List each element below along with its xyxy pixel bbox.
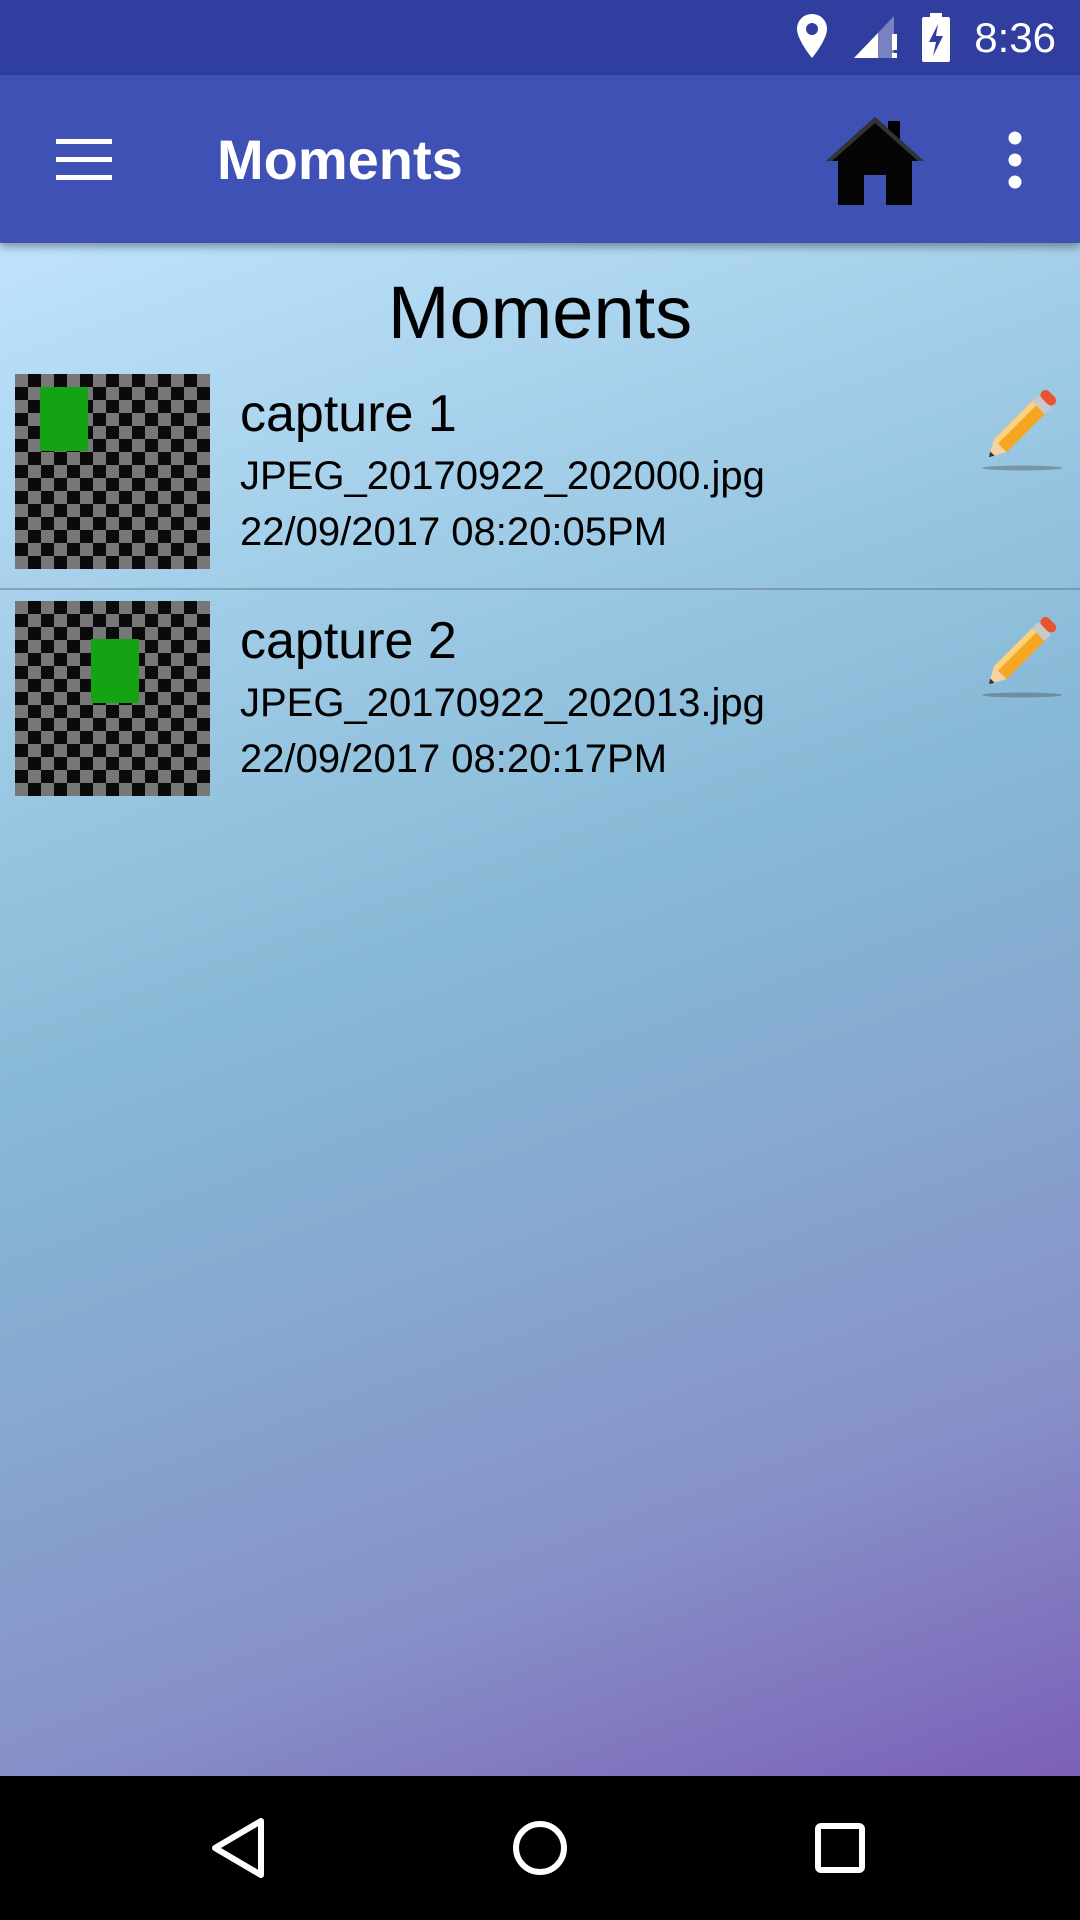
status-time: 8:36 (974, 14, 1056, 61)
location-icon (795, 12, 829, 67)
home-circle-icon (495, 1821, 585, 1897)
signal-icon (852, 12, 900, 67)
more-vert-icon (985, 131, 1045, 202)
moment-item[interactable]: capture 1 JPEG_20170922_202000.jpg 22/09… (0, 374, 1080, 600)
page-title: Moments (387, 271, 693, 354)
moment-thumbnail (15, 374, 210, 569)
moment-datetime: 22/09/2017 08:20:17PM (240, 737, 668, 781)
home-button[interactable] (820, 113, 930, 208)
moment-datetime: 22/09/2017 08:20:05PM (240, 510, 668, 554)
back-button[interactable] (195, 1803, 285, 1893)
pencil-icon (970, 389, 1070, 480)
menu-button[interactable] (40, 125, 130, 195)
list-divider (0, 588, 1080, 590)
moment-item[interactable]: capture 2 JPEG_20170922_202013.jpg 22/09… (0, 601, 1080, 827)
home-icon (820, 117, 930, 212)
pencil-icon (970, 616, 1070, 707)
edit-button[interactable] (970, 603, 1070, 703)
status-bar: 8:36 (0, 0, 1080, 75)
menu-icon (40, 139, 130, 199)
back-icon (195, 1818, 285, 1897)
recents-button[interactable] (795, 1803, 885, 1893)
moment-thumbnail (15, 601, 210, 796)
app-bar-title: Moments (217, 128, 463, 191)
recents-icon (795, 1823, 885, 1897)
home-nav-button[interactable] (495, 1803, 585, 1893)
moment-file: JPEG_20170922_202013.jpg (240, 681, 765, 725)
content-area: Moments capture 1 JPEG_20170922_202000.j… (0, 243, 1080, 1776)
navigation-bar (0, 1776, 1080, 1920)
battery-charging-icon (920, 12, 952, 69)
app-bar: Moments (0, 75, 1080, 243)
moment-file: JPEG_20170922_202000.jpg (240, 454, 765, 498)
moment-name: capture 1 (240, 385, 457, 443)
moment-name: capture 2 (240, 612, 457, 670)
edit-button[interactable] (970, 376, 1070, 476)
screen: 8:36 Moments Moments capture 1 JPEG_2017… (0, 0, 1080, 1920)
thumbnail-green-block (40, 387, 88, 451)
thumbnail-green-block (91, 639, 139, 703)
more-options-button[interactable] (985, 123, 1045, 198)
